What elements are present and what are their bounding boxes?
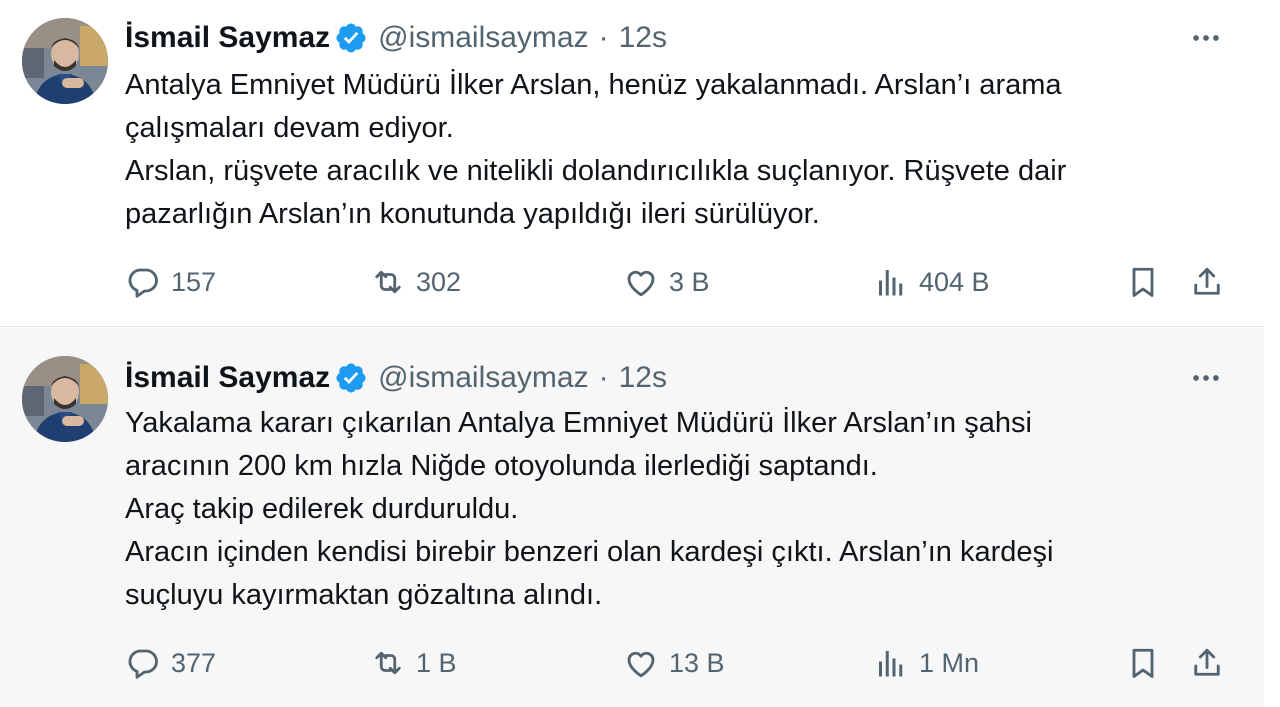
- tweet-header: İsmail Saymaz @ismailsaymaz · 12s: [125, 20, 667, 56]
- avatar[interactable]: [22, 18, 108, 104]
- tweet-feed: İsmail Saymaz @ismailsaymaz · 12s Antaly…: [0, 0, 1280, 707]
- avatar[interactable]: [22, 356, 108, 442]
- reply-button[interactable]: 157: [125, 260, 216, 304]
- separator-dot: ·: [598, 21, 609, 54]
- tweet-text-line: pazarlığın Arslan’ın konutunda yapıldığı…: [125, 198, 820, 230]
- view-count: 404 B: [919, 266, 990, 297]
- reply-icon: [125, 645, 161, 681]
- like-icon: [623, 645, 659, 681]
- more-options-button[interactable]: [1188, 20, 1224, 56]
- tweet-text: Antalya Emniyet Müdürü İlker Arslan, hen…: [125, 64, 1215, 236]
- tweet[interactable]: İsmail Saymaz @ismailsaymaz · 12s Yakala…: [0, 328, 1264, 707]
- repost-button[interactable]: 302: [370, 260, 461, 304]
- like-count: 13 B: [669, 647, 725, 678]
- repost-count: 302: [416, 266, 462, 297]
- views-icon: [873, 264, 909, 300]
- tweet-text-line: Antalya Emniyet Müdürü İlker Arslan, hen…: [125, 69, 1062, 101]
- tweet-text-line: Aracın içinden kendisi birebir benzeri o…: [125, 536, 1054, 568]
- verified-badge-icon: [334, 21, 368, 55]
- view-count: 1 Mn: [919, 647, 980, 678]
- author-name[interactable]: İsmail Saymaz: [125, 20, 330, 56]
- bookmark-button[interactable]: [1125, 641, 1161, 685]
- tweet-text-line: aracının 200 km hızla Niğde otoyolunda i…: [125, 450, 878, 482]
- tweet[interactable]: İsmail Saymaz @ismailsaymaz · 12s Antaly…: [0, 0, 1264, 327]
- author-handle[interactable]: @ismailsaymaz: [378, 20, 588, 56]
- tweet-text: Yakalama kararı çıkarılan Antalya Emniye…: [125, 402, 1215, 617]
- repost-icon: [370, 645, 406, 681]
- author-handle[interactable]: @ismailsaymaz: [378, 360, 588, 396]
- author-name[interactable]: İsmail Saymaz: [125, 360, 330, 396]
- bookmark-icon: [1125, 645, 1161, 681]
- verified-badge-icon: [334, 361, 368, 395]
- bookmark-button[interactable]: [1125, 260, 1161, 304]
- more-options-icon: [1189, 21, 1223, 55]
- reply-icon: [125, 264, 161, 300]
- views-button[interactable]: 1 Mn: [873, 641, 979, 685]
- reply-count: 377: [171, 647, 217, 678]
- like-icon: [623, 264, 659, 300]
- tweet-text-line: Araç takip edilerek durduruldu.: [125, 493, 519, 525]
- repost-button[interactable]: 1 B: [370, 641, 457, 685]
- bookmark-icon: [1125, 264, 1161, 300]
- more-options-button[interactable]: [1188, 360, 1224, 396]
- timestamp[interactable]: 12s: [619, 20, 667, 56]
- tweet-text-line: Yakalama kararı çıkarılan Antalya Emniye…: [125, 407, 1032, 439]
- views-icon: [873, 645, 909, 681]
- separator-dot: ·: [598, 361, 609, 394]
- tweet-actions: 157 302 3 B 404 B: [125, 260, 1235, 304]
- tweet-text-line: suçluyu kayırmaktan gözaltına alındı.: [125, 579, 603, 611]
- reply-count: 157: [171, 266, 217, 297]
- views-button[interactable]: 404 B: [873, 260, 990, 304]
- tweet-text-line: Arslan, rüşvete aracılık ve nitelikli do…: [125, 155, 1067, 187]
- repost-count: 1 B: [416, 647, 457, 678]
- timestamp[interactable]: 12s: [619, 360, 667, 396]
- more-options-icon: [1189, 361, 1223, 395]
- share-icon: [1189, 264, 1225, 300]
- share-button[interactable]: [1189, 641, 1225, 685]
- like-button[interactable]: 3 B: [623, 260, 710, 304]
- reply-button[interactable]: 377: [125, 641, 216, 685]
- share-icon: [1189, 645, 1225, 681]
- repost-icon: [370, 264, 406, 300]
- share-button[interactable]: [1189, 260, 1225, 304]
- like-button[interactable]: 13 B: [623, 641, 725, 685]
- tweet-text-line: çalışmaları devam ediyor.: [125, 112, 454, 144]
- like-count: 3 B: [669, 266, 710, 297]
- tweet-actions: 377 1 B 13 B 1 Mn: [125, 641, 1235, 685]
- tweet-header: İsmail Saymaz @ismailsaymaz · 12s: [125, 360, 667, 396]
